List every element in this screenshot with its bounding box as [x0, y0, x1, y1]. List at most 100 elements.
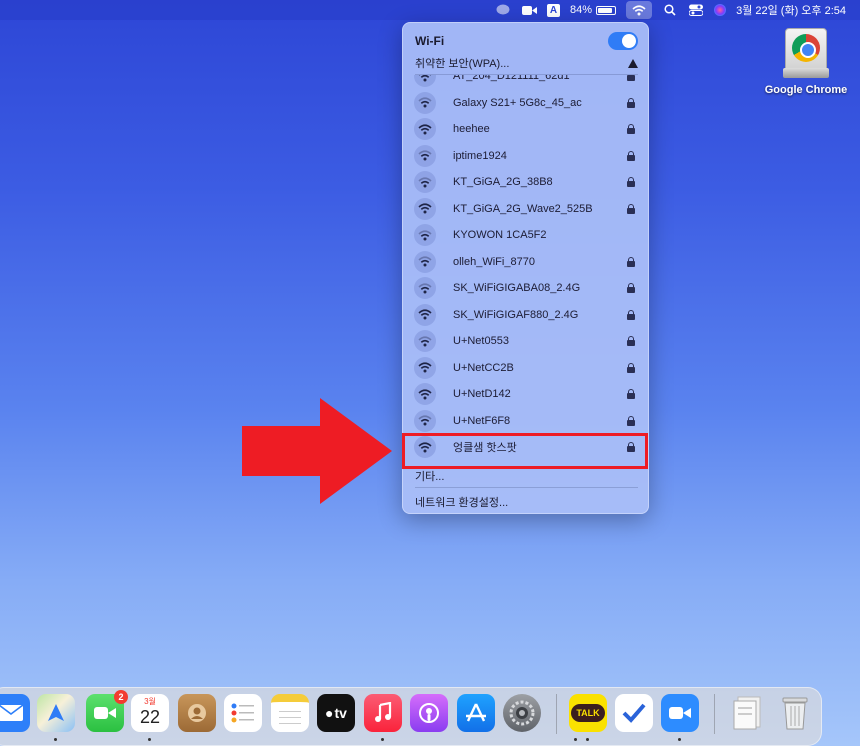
network-row[interactable]: olleh_WiFi_8770	[413, 249, 641, 275]
network-row[interactable]: U+Net0553	[413, 328, 641, 354]
network-name: KT_GiGA_2G_38B8	[453, 176, 553, 188]
dock-reminders-icon[interactable]	[224, 694, 262, 732]
running-indicator	[574, 738, 577, 741]
drive-base	[783, 68, 829, 78]
calendar-day: 22	[139, 707, 161, 727]
lock-icon	[627, 150, 635, 161]
network-name: KT_GiGA_2G_Wave2_525B	[453, 202, 593, 215]
running-indicator	[54, 738, 57, 741]
input-source-icon[interactable]: A	[547, 3, 561, 17]
wifi-header: Wi-Fi	[415, 32, 638, 50]
network-row[interactable]: AT_204_D121111_62d1	[413, 75, 641, 89]
network-row[interactable]: U+NetCC2B	[413, 355, 641, 381]
messages-icon[interactable]	[495, 4, 511, 17]
dock-app-store-icon[interactable]	[457, 694, 495, 732]
wifi-signal-icon	[414, 330, 436, 352]
current-network-row[interactable]: 취약한 보안(WPA)...	[415, 55, 638, 71]
dock-calendar-icon[interactable]: 3월 22	[131, 694, 169, 732]
wifi-signal-icon	[414, 171, 436, 193]
dock-kakaotalk-icon[interactable]: TALK	[569, 694, 607, 732]
network-row[interactable]: U+NetD142	[413, 381, 641, 407]
chrome-logo-icon	[792, 34, 820, 62]
network-name: SK_WiFiGIGABA08_2.4G	[453, 282, 581, 294]
network-list: AT_204_D121111_62d1 Galaxy S21+ 5G8c_45_a…	[403, 75, 648, 473]
dock-facetime-icon[interactable]: 2	[86, 690, 128, 732]
drive-icon	[783, 28, 829, 80]
network-preferences-item[interactable]: 네트워크 환경설정...	[415, 494, 508, 510]
network-name: olleh_WiFi_8770	[453, 255, 535, 268]
network-row[interactable]: KT_GiGA_2G_Wave2_525B	[413, 196, 641, 222]
spotlight-search-icon[interactable]	[662, 4, 678, 17]
wifi-signal-icon	[414, 224, 436, 246]
dock-contacts-icon[interactable]	[178, 694, 216, 732]
network-name: iptime1924	[453, 149, 507, 162]
menu-bar: A 84% 3월 22일 (화) 오후 2:54	[0, 0, 860, 20]
dock-trash-icon[interactable]	[776, 694, 814, 732]
current-network-label: 취약한 보안(WPA)...	[415, 58, 510, 70]
dock-separator	[714, 694, 715, 734]
wifi-menu-icon[interactable]	[626, 1, 653, 19]
lock-icon	[627, 177, 635, 187]
battery-fill	[598, 7, 612, 13]
network-row[interactable]: KYOWON 1CA5F2	[413, 222, 641, 248]
lock-icon	[627, 362, 635, 373]
wifi-signal-icon	[414, 383, 436, 405]
network-name: AT_204_D121111_62d1	[453, 75, 570, 82]
network-row[interactable]: SK_WiFiGIGAF880_2.4G	[413, 302, 641, 328]
dock-maps-icon[interactable]	[37, 694, 75, 732]
network-row[interactable]: KT_GiGA_2G_38B8	[413, 169, 641, 195]
dock-separator	[556, 694, 557, 734]
lock-icon	[627, 97, 635, 108]
wifi-signal-icon	[414, 144, 436, 167]
wifi-signal-icon	[414, 250, 436, 273]
lock-icon	[627, 124, 635, 134]
lock-icon	[627, 336, 635, 346]
wifi-title: Wi-Fi	[415, 34, 445, 48]
wifi-signal-icon	[414, 197, 436, 220]
wifi-signal-icon	[414, 91, 436, 114]
menu-divider	[415, 487, 638, 488]
dock-mail-icon[interactable]	[0, 694, 30, 732]
network-row[interactable]: Galaxy S21+ 5G8c_45_ac	[413, 90, 641, 116]
dock-notes-icon[interactable]	[271, 694, 309, 732]
lock-icon	[627, 415, 635, 426]
network-row[interactable]: SK_WiFiGIGABA08_2.4G	[413, 275, 641, 301]
wifi-toggle[interactable]	[608, 32, 638, 50]
network-row[interactable]: iptime1924	[413, 143, 641, 169]
lock-icon	[627, 389, 635, 399]
dock-zoom-icon[interactable]	[661, 694, 699, 732]
other-networks-item[interactable]: 기타...	[415, 468, 444, 484]
network-row[interactable]: U+NetF6F8	[413, 408, 641, 434]
dock-todo-icon[interactable]	[615, 694, 653, 732]
siri-orb	[714, 4, 727, 16]
lock-icon	[627, 75, 635, 81]
battery-status[interactable]: 84%	[570, 4, 617, 16]
red-arrow-icon	[242, 398, 392, 504]
talk-label: TALK	[571, 704, 605, 722]
wifi-signal-icon	[414, 118, 436, 140]
warning-icon	[628, 58, 638, 68]
dock-system-preferences-icon[interactable]	[503, 694, 541, 732]
dock-music-icon[interactable]	[364, 694, 402, 732]
network-row[interactable]: heehee	[413, 116, 641, 142]
running-indicator	[148, 738, 151, 741]
facetime-menu-icon[interactable]	[521, 4, 537, 17]
battery-icon	[596, 5, 617, 15]
network-name: Galaxy S21+ 5G8c_45_ac	[453, 96, 582, 109]
running-indicator	[586, 738, 589, 741]
battery-percent: 84%	[570, 4, 593, 16]
dock-podcasts-icon[interactable]	[410, 694, 448, 732]
network-name: heehee	[453, 123, 490, 135]
desktop-google-chrome-drive[interactable]: Google Chrome	[760, 28, 852, 96]
network-name: U+NetF6F8	[453, 414, 511, 427]
wifi-signal-icon	[414, 277, 436, 299]
highlight-box	[402, 433, 648, 469]
toggle-knob	[622, 34, 636, 48]
menubar-clock[interactable]: 3월 22일 (화) 오후 2:54	[736, 2, 846, 18]
dock-downloads-stack-icon[interactable]	[729, 694, 767, 732]
dock-apple-tv-icon[interactable]: ● tv	[317, 694, 355, 732]
siri-icon[interactable]	[714, 4, 727, 16]
network-name: U+NetCC2B	[453, 361, 514, 374]
control-center-icon[interactable]	[688, 4, 704, 17]
lock-icon	[627, 203, 635, 214]
